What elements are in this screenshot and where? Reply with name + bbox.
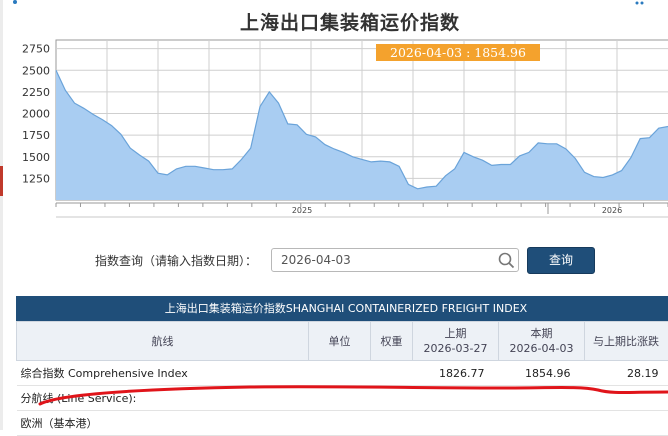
col-prev: 上期 2026-03-27: [413, 322, 499, 361]
freight-index-chart: 上海出口集装箱运价指数 2750250022502000175015001250…: [0, 0, 668, 225]
chart-tooltip: 2026-04-03 : 1854.96: [376, 44, 540, 61]
x-tick-label: 2025: [292, 206, 312, 215]
chart-canvas: 2750 2500 2250 2000 1750 1500 1250 2025 2026: [0, 0, 668, 225]
cell-route: 分航线 (Line Service):: [17, 386, 309, 411]
cell-prev: [413, 411, 499, 436]
x-tick-label: 2026: [602, 206, 622, 215]
y-tick-label: 2500: [22, 64, 50, 77]
table-title-bar: 上海出口集装箱运价指数SHANGHAI CONTAINERIZED FREIGH…: [16, 296, 668, 321]
y-tick-label: 1500: [22, 151, 50, 164]
date-input-value: 2026-04-03: [281, 253, 351, 267]
col-weight: 权重: [371, 322, 413, 361]
index-query-bar: 指数查询（请输入指数日期）： 2026-04-03 查询: [0, 246, 668, 276]
index-data-table: 航线 单位 权重 上期 2026-03-27 本期 2026-04-03 与上期比涨…: [16, 321, 668, 436]
cell-weight: [371, 361, 413, 386]
index-table: 上海出口集装箱运价指数SHANGHAI CONTAINERIZED FREIGH…: [16, 296, 668, 436]
cell-unit: [309, 361, 371, 386]
query-button[interactable]: 查询: [527, 247, 595, 274]
table-row: 欧洲（基本港）: [17, 411, 668, 436]
query-label: 指数查询（请输入指数日期）：: [95, 252, 257, 269]
cell-change: 28.19: [585, 361, 668, 386]
cell-unit: [309, 411, 371, 436]
date-input[interactable]: 2026-04-03: [271, 248, 519, 272]
y-tick-label: 1750: [22, 129, 50, 142]
cell-curr: 1854.96: [499, 361, 585, 386]
col-route: 航线: [17, 322, 309, 361]
cell-prev: 1826.77: [413, 361, 499, 386]
y-tick-label: 2750: [22, 43, 50, 56]
col-change: 与上期比涨跌: [585, 322, 668, 361]
y-tick-label: 1250: [22, 172, 50, 185]
cell-change: [585, 411, 668, 436]
table-row: 综合指数 Comprehensive Index 1826.77 1854.96…: [17, 361, 668, 386]
y-tick-label: 2000: [22, 108, 50, 121]
col-unit: 单位: [309, 322, 371, 361]
col-curr-date: 2026-04-03: [510, 342, 574, 355]
col-curr: 本期 2026-04-03: [499, 322, 585, 361]
cell-route: 综合指数 Comprehensive Index: [17, 361, 309, 386]
col-prev-label: 上期: [445, 327, 467, 340]
cell-weight: [371, 411, 413, 436]
cell-change: [585, 386, 668, 411]
cell-curr: [499, 411, 585, 436]
cell-prev: [413, 386, 499, 411]
cell-unit: [309, 386, 371, 411]
table-row: 分航线 (Line Service):: [17, 386, 668, 411]
search-icon[interactable]: [497, 251, 515, 269]
cell-curr: [499, 386, 585, 411]
col-curr-label: 本期: [531, 327, 553, 340]
cell-weight: [371, 386, 413, 411]
y-tick-label: 2250: [22, 86, 50, 99]
col-prev-date: 2026-03-27: [424, 342, 488, 355]
cell-route: 欧洲（基本港）: [17, 411, 309, 436]
